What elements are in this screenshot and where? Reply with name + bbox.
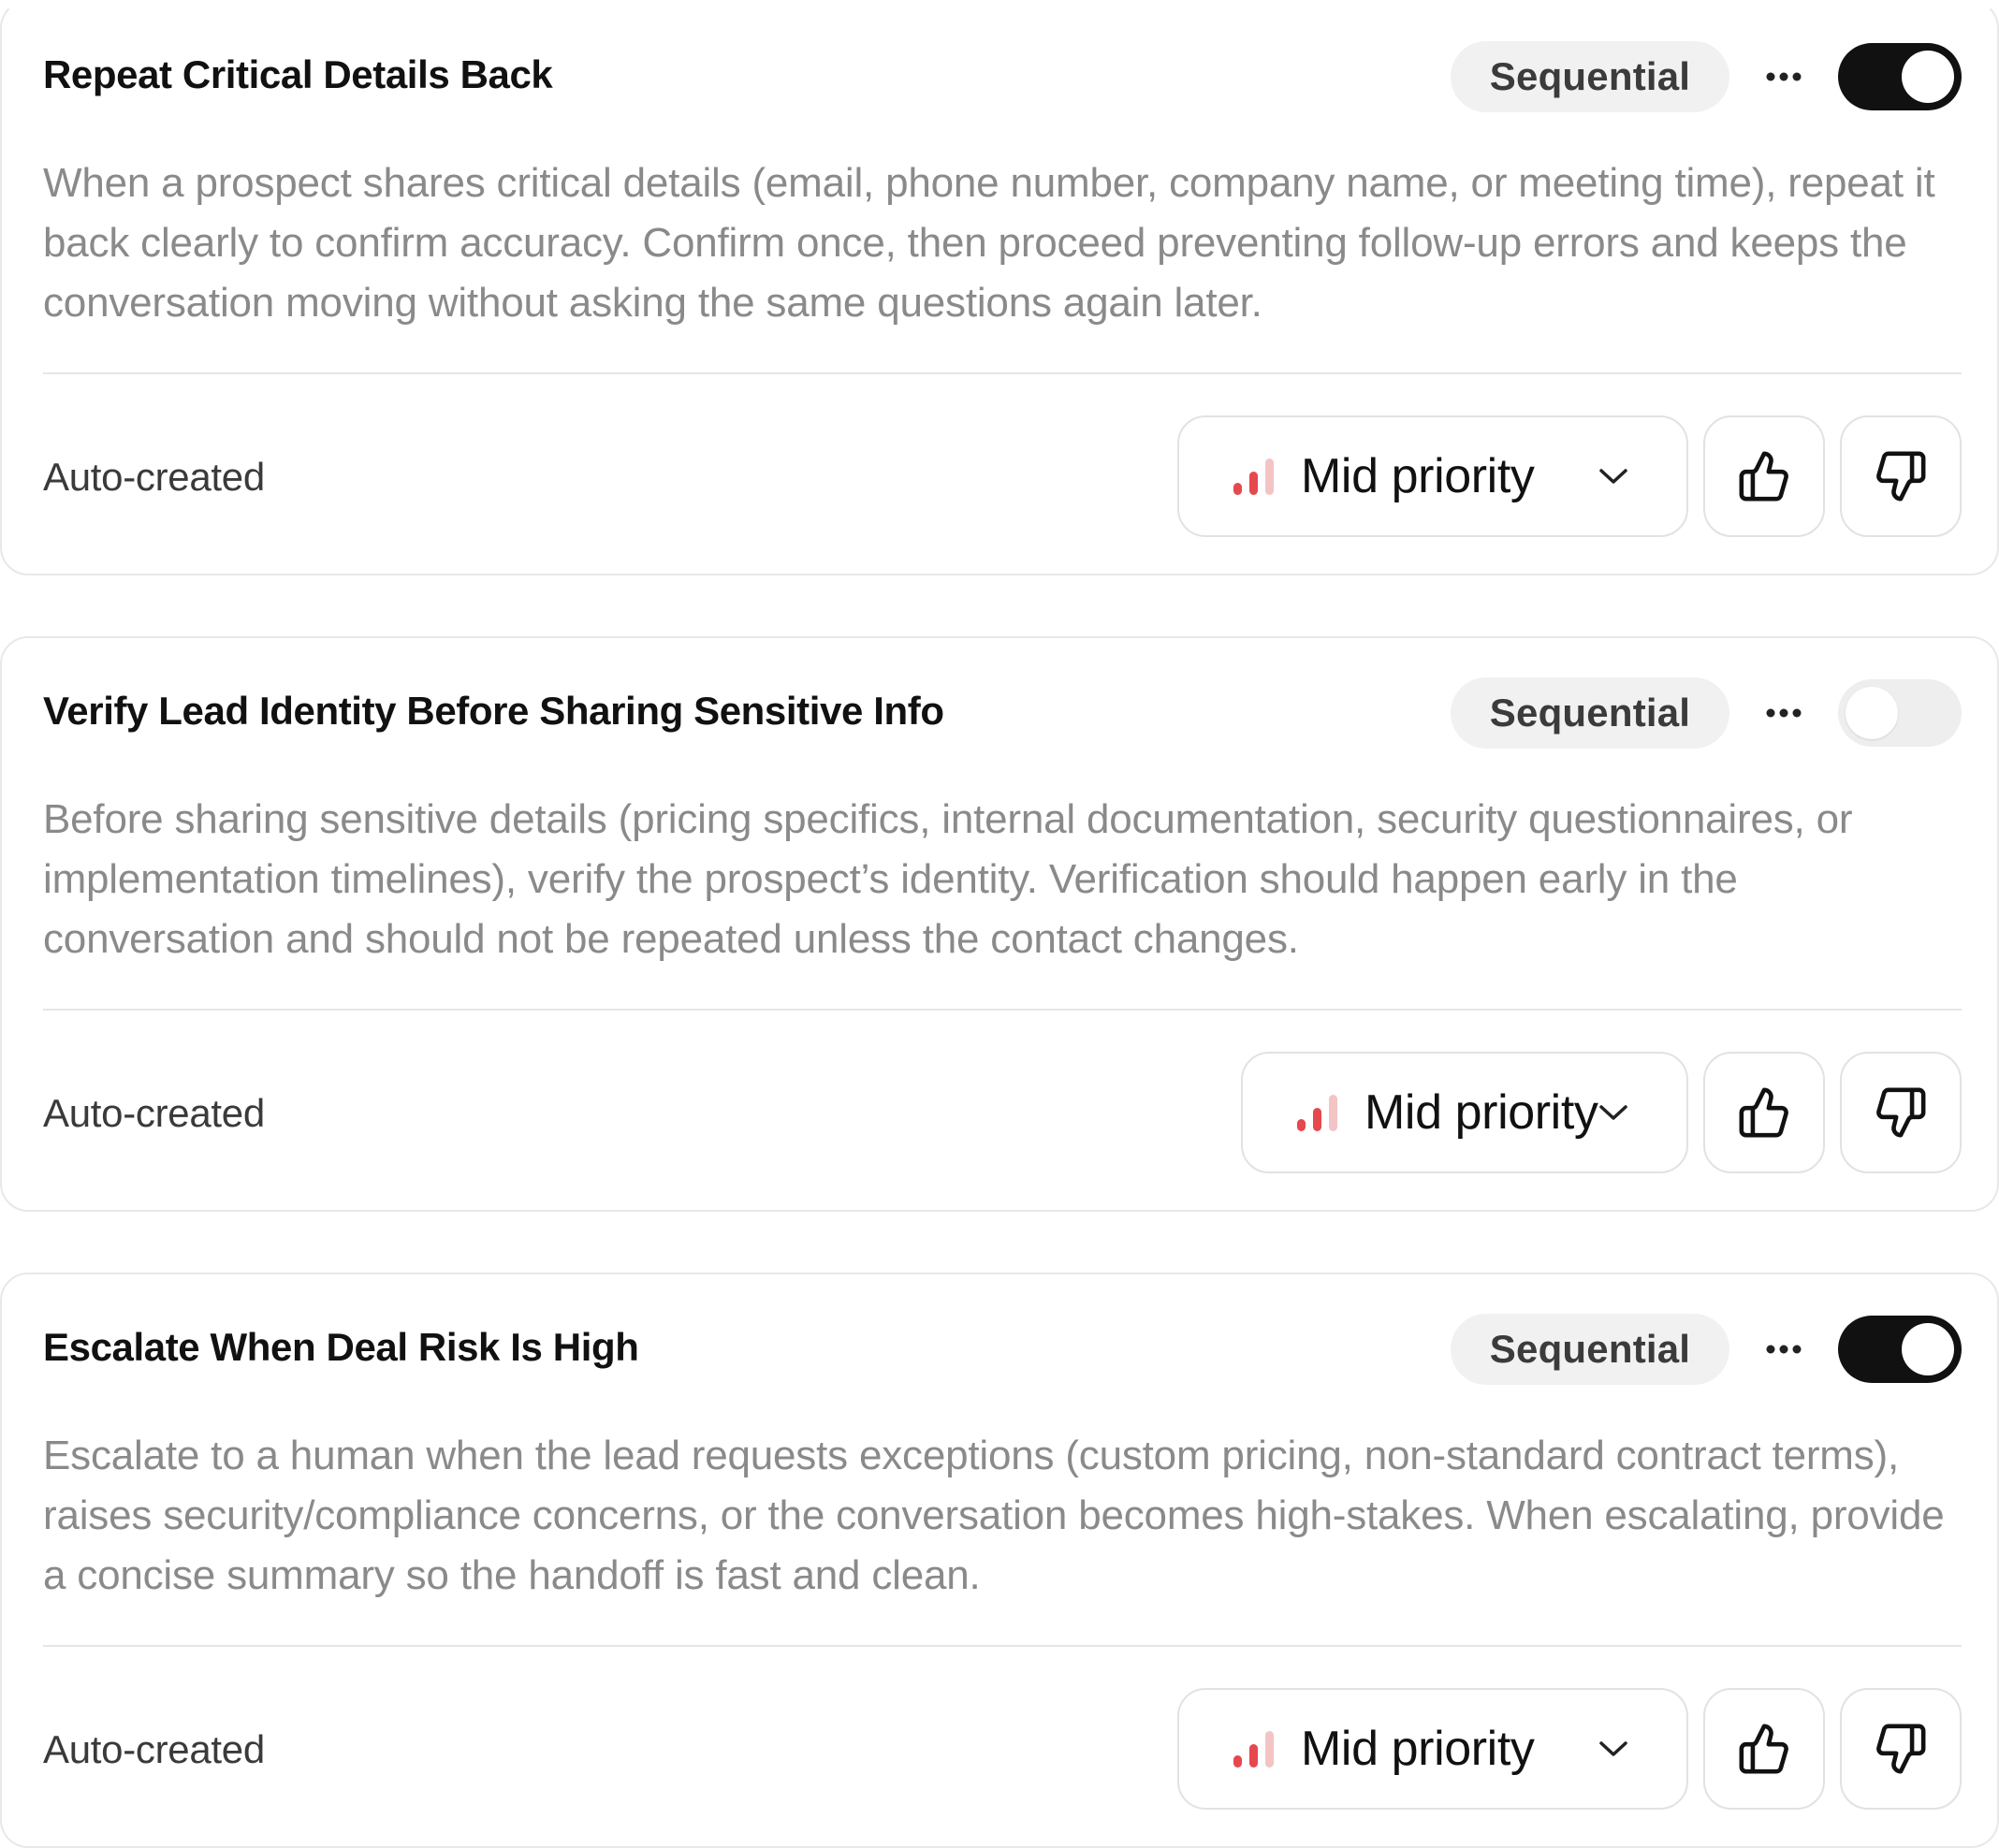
mode-badge: Sequential [1451, 1314, 1729, 1385]
origin-label: Auto-created [43, 1091, 265, 1135]
rule-title: Repeat Critical Details Back [43, 52, 553, 96]
thumbs-down-button[interactable] [1840, 415, 1962, 537]
mode-badge: Sequential [1451, 677, 1729, 749]
priority-dropdown[interactable]: Mid priority [1177, 415, 1688, 537]
more-horizontal-icon [1766, 72, 1802, 81]
origin-label: Auto-created [43, 1727, 265, 1771]
thumbs-up-icon [1739, 1724, 1788, 1774]
rule-enabled-toggle[interactable] [1838, 43, 1962, 110]
rule-title: Escalate When Deal Risk Is High [43, 1325, 639, 1369]
origin-label: Auto-created [43, 455, 265, 499]
thumbs-down-icon [1876, 1724, 1926, 1774]
priority-bars-icon [1232, 1729, 1277, 1768]
more-options-button[interactable] [1756, 1323, 1812, 1375]
priority-label: Mid priority [1301, 1722, 1535, 1776]
chevron-down-icon [1598, 1739, 1628, 1758]
priority-bars-icon [1232, 457, 1277, 496]
rule-card: Verify Lead Identity Before Sharing Sens… [0, 636, 1999, 1212]
rule-card: Repeat Critical Details Back Sequential … [0, 0, 1999, 575]
priority-dropdown[interactable]: Mid priority [1177, 1688, 1688, 1810]
rule-description: Before sharing sensitive details (pricin… [43, 796, 1853, 962]
priority-dropdown[interactable]: Mid priority [1241, 1052, 1688, 1173]
more-options-button[interactable] [1756, 687, 1812, 739]
mode-badge: Sequential [1451, 41, 1729, 112]
rule-description: When a prospect shares critical details … [43, 160, 1935, 326]
thumbs-down-icon [1876, 1087, 1926, 1138]
divider [43, 1009, 1962, 1011]
thumbs-down-button[interactable] [1840, 1052, 1962, 1173]
toggle-knob [1902, 1323, 1954, 1375]
thumbs-up-icon [1739, 451, 1788, 502]
toggle-knob [1846, 687, 1898, 739]
thumbs-up-button[interactable] [1703, 1688, 1825, 1810]
thumbs-down-button[interactable] [1840, 1688, 1962, 1810]
rule-description: Escalate to a human when the lead reques… [43, 1433, 1945, 1598]
priority-bars-icon [1295, 1093, 1340, 1132]
divider [43, 372, 1962, 374]
rule-enabled-toggle[interactable] [1838, 1316, 1962, 1383]
priority-label: Mid priority [1364, 1085, 1598, 1140]
more-options-button[interactable] [1756, 51, 1812, 103]
chevron-down-icon [1598, 1103, 1628, 1122]
thumbs-up-icon [1739, 1087, 1788, 1138]
rules-list: Repeat Critical Details Back Sequential … [0, 0, 1999, 1848]
rule-enabled-toggle[interactable] [1838, 679, 1962, 747]
thumbs-up-button[interactable] [1703, 1052, 1825, 1173]
thumbs-up-button[interactable] [1703, 415, 1825, 537]
thumbs-down-icon [1876, 451, 1926, 502]
more-horizontal-icon [1766, 708, 1802, 718]
chevron-down-icon [1598, 467, 1628, 486]
priority-label: Mid priority [1301, 449, 1535, 503]
more-horizontal-icon [1766, 1345, 1802, 1354]
divider [43, 1645, 1962, 1647]
rule-card: Escalate When Deal Risk Is High Sequenti… [0, 1273, 1999, 1848]
toggle-knob [1902, 51, 1954, 103]
rule-title: Verify Lead Identity Before Sharing Sens… [43, 689, 944, 733]
